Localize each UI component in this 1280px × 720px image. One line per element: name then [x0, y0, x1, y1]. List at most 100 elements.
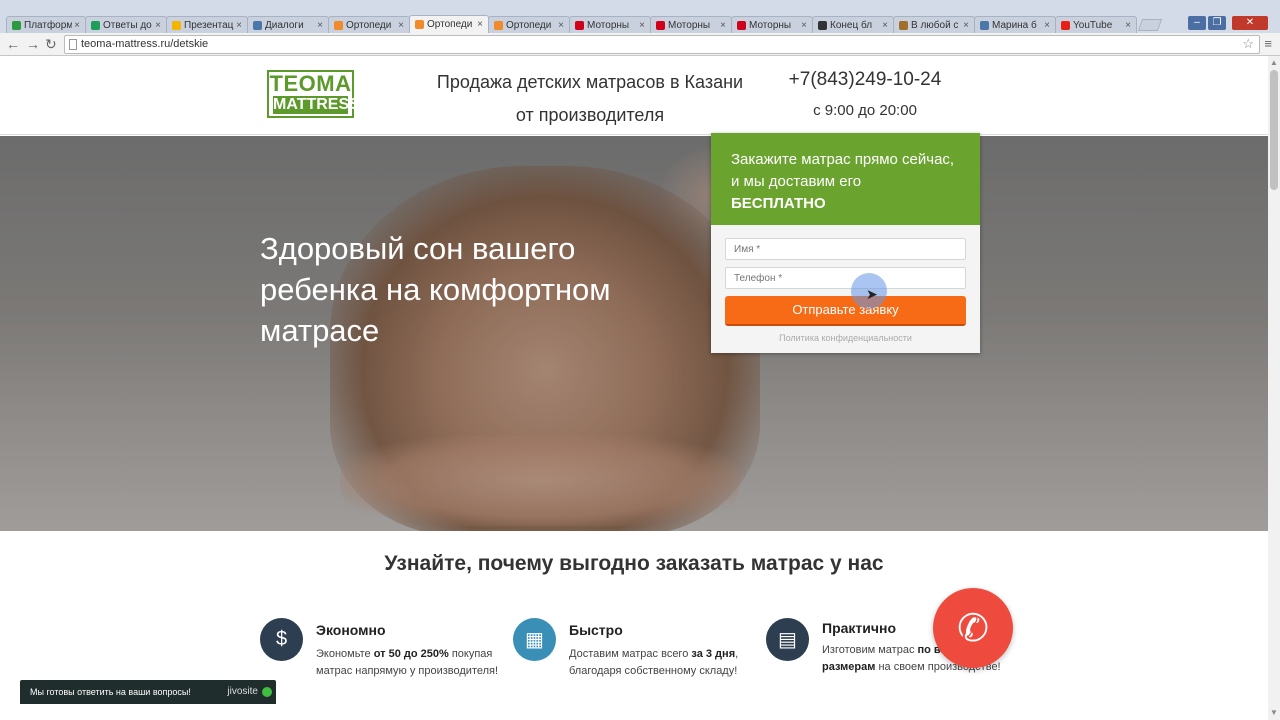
maximize-icon[interactable]: ❐ — [1208, 16, 1226, 30]
money-icon: $ — [260, 618, 303, 661]
tab-title: Моторны — [668, 19, 711, 31]
chat-widget[interactable]: Мы готовы ответить на ваши вопросы! jivo… — [20, 680, 276, 704]
browser-tab[interactable]: Моторны × — [650, 16, 732, 33]
phone-number[interactable]: +7(843)249-10-24 — [775, 66, 955, 94]
phone-icon[interactable]: ✆ — [933, 588, 1013, 668]
benefit-text: Доставим матрас всего за 3 дня, благодар… — [569, 648, 739, 677]
order-form: Закажите матрас прямо сейчас, и мы доста… — [711, 133, 980, 353]
tab-close-icon[interactable]: × — [639, 20, 645, 31]
page-scrollbar[interactable]: ▲ ▼ — [1268, 56, 1280, 720]
tab-title: Моторны — [587, 19, 630, 31]
tab-title: YouTube — [1073, 19, 1113, 31]
back-icon[interactable]: ← — [6, 36, 20, 52]
tab-title: Ответы до — [103, 19, 152, 31]
tab-close-icon[interactable]: × — [963, 20, 969, 31]
page-icon — [69, 39, 77, 50]
privacy-policy-link[interactable]: Политика конфиденциальности — [711, 333, 980, 343]
scroll-down-icon[interactable]: ▼ — [1270, 708, 1278, 717]
browser-tab[interactable]: Моторны × — [731, 16, 813, 33]
order-form-heading-strong: БЕСПЛАТНО — [731, 195, 826, 212]
browser-tab[interactable]: Диалоги × — [247, 16, 329, 33]
benefits-title: Узнайте, почему выгодно заказать матрас … — [384, 552, 884, 575]
scroll-up-icon[interactable]: ▲ — [1270, 58, 1278, 67]
tab-close-icon[interactable]: × — [74, 20, 80, 31]
tab-favicon-icon — [91, 20, 100, 30]
url-text: teoma-mattress.ru/detskie — [81, 38, 209, 50]
tagline-line2: от производителя — [515, 105, 665, 125]
tagline: Продажа детских матрасов в Казани от про… — [410, 66, 770, 132]
hero-section: Здоровый сон вашего ребенка на комфортно… — [0, 136, 1268, 531]
browser-tab[interactable]: Ортопеди × — [409, 15, 489, 33]
chat-widget-brand: jivosite — [227, 686, 258, 697]
hero-title: Здоровый сон вашего ребенка на комфортно… — [260, 231, 611, 348]
site-header: TEOMA MATTRESS Продажа детских матрасов … — [0, 56, 1268, 135]
tab-favicon-icon — [334, 20, 343, 30]
browser-tab[interactable]: Ортопеди × — [328, 16, 410, 33]
tab-favicon-icon — [172, 20, 181, 30]
working-hours: с 9:00 до 20:00 — [813, 102, 917, 119]
tab-favicon-icon — [737, 20, 746, 30]
close-window-icon[interactable]: ✕ — [1232, 16, 1268, 30]
order-form-heading: Закажите матрас прямо сейчас, и мы доста… — [731, 151, 955, 190]
address-bar: ← → ↻ teoma-mattress.ru/detskie ☆ ≡ — [0, 33, 1280, 56]
tab-close-icon[interactable]: × — [236, 20, 242, 31]
tab-close-icon[interactable]: × — [882, 20, 888, 31]
name-input[interactable] — [725, 238, 966, 260]
browser-tab[interactable]: Презентац × — [166, 16, 248, 33]
benefit-title: Быстро — [569, 622, 623, 638]
order-form-header: Закажите матрас прямо сейчас, и мы доста… — [711, 133, 980, 225]
tab-favicon-icon — [575, 20, 584, 30]
browser-tab[interactable]: Марина б × — [974, 16, 1056, 33]
tab-close-icon[interactable]: × — [477, 19, 483, 30]
tab-close-icon[interactable]: × — [398, 20, 404, 31]
benefit-title: Экономно — [316, 622, 386, 638]
tab-favicon-icon — [415, 20, 424, 29]
tab-title: Марина б — [992, 19, 1037, 31]
calculator-icon: ▤ — [766, 618, 809, 661]
tab-title: Ортопеди — [346, 19, 392, 31]
benefit-item: ▦ Быстро Доставим матрас всего за 3 дня,… — [513, 618, 758, 708]
online-status-icon — [262, 687, 272, 697]
reload-icon[interactable]: ↻ — [45, 36, 57, 53]
tab-close-icon[interactable]: × — [801, 20, 807, 31]
bookmark-star-icon[interactable]: ☆ — [1242, 36, 1254, 52]
submit-button[interactable]: Отправьте заявку — [725, 296, 966, 326]
phone-input[interactable] — [725, 267, 966, 289]
tab-title: Платформ — [24, 19, 73, 31]
browser-tab[interactable]: В любой с × — [893, 16, 975, 33]
scroll-thumb[interactable] — [1270, 70, 1278, 190]
tab-favicon-icon — [1061, 20, 1070, 30]
tab-close-icon[interactable]: × — [1125, 20, 1131, 31]
tab-close-icon[interactable]: × — [1044, 20, 1050, 31]
tab-title: Презентац — [184, 19, 234, 31]
logo[interactable]: TEOMA MATTRESS — [267, 70, 360, 118]
tab-favicon-icon — [980, 20, 989, 30]
tab-title: Моторны — [749, 19, 792, 31]
url-field[interactable]: teoma-mattress.ru/detskie — [64, 35, 1260, 54]
browser-tab[interactable]: Платформ × — [6, 16, 86, 33]
minimize-icon[interactable]: ‒ — [1188, 16, 1206, 30]
tab-favicon-icon — [253, 20, 262, 30]
browser-tab[interactable]: YouTube × — [1055, 16, 1137, 33]
tab-favicon-icon — [818, 20, 827, 30]
tab-title: Ортопеди — [506, 19, 552, 31]
logo-top-text: TEOMA — [269, 71, 352, 96]
browser-tab[interactable]: Конец бл × — [812, 16, 894, 33]
browser-tab[interactable]: Моторны × — [569, 16, 651, 33]
tab-favicon-icon — [494, 20, 503, 30]
browser-tab[interactable]: Ответы до × — [85, 16, 167, 33]
browser-tab-bar: Платформ × Ответы до × Презентац × Диалоги × Орт… — [0, 0, 1280, 33]
browser-menu-icon[interactable]: ≡ — [1264, 36, 1272, 51]
mouse-cursor-icon: ➤ — [866, 286, 878, 302]
tagline-line1: Продажа детских матрасов в Казани — [436, 72, 744, 92]
benefit-text: Экономьте от 50 до 250% покупая матрас н… — [316, 648, 499, 677]
logo-bottom-text: MATTRESS — [273, 96, 360, 114]
tab-close-icon[interactable]: × — [720, 20, 726, 31]
chat-widget-text: Мы готовы ответить на ваши вопросы! — [30, 687, 191, 697]
browser-tab[interactable]: Ортопеди × — [488, 16, 570, 33]
forward-icon[interactable]: → — [26, 36, 40, 52]
tab-close-icon[interactable]: × — [317, 20, 323, 31]
tab-close-icon[interactable]: × — [155, 20, 161, 31]
tab-close-icon[interactable]: × — [558, 20, 564, 31]
tab-title: Ортопеди — [427, 19, 473, 30]
